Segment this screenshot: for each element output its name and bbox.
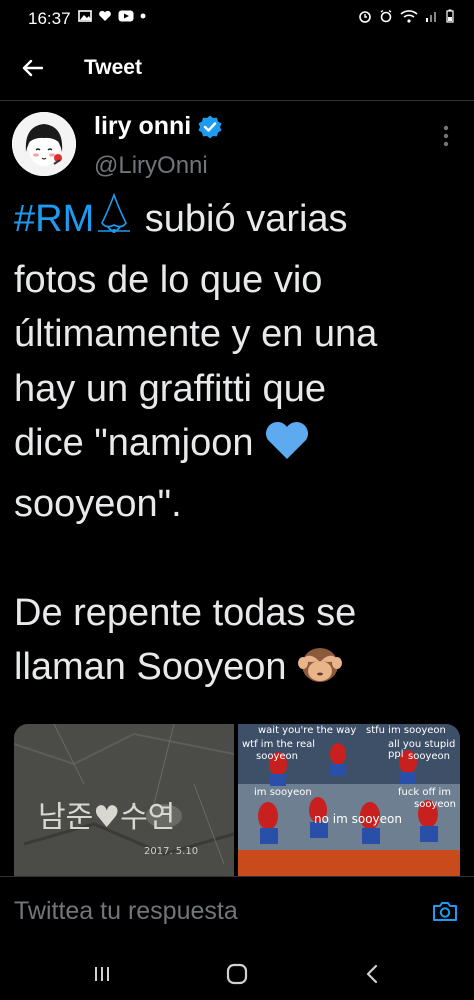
- home-button[interactable]: [217, 958, 257, 990]
- battery-icon: [446, 9, 454, 23]
- graffiti-date: 2017. 5.10: [144, 846, 199, 857]
- gallery-icon: [78, 10, 92, 22]
- system-icons: [358, 9, 454, 23]
- meme-caption-2: stfu im sooyeon: [366, 725, 446, 736]
- tweet-text: #RM subió varias fotos de lo que vio últ…: [14, 192, 462, 701]
- second-meme-panel: [238, 850, 460, 876]
- avatar[interactable]: [12, 112, 76, 176]
- meme-caption-4: sooyeon: [256, 751, 298, 762]
- reply-input[interactable]: [14, 891, 414, 931]
- alarm-icon: [358, 9, 372, 23]
- reply-bar: [0, 876, 474, 947]
- meme-caption-8: fuck off im: [398, 787, 452, 798]
- signal-icon: [425, 9, 439, 23]
- notification-icons: [78, 10, 146, 22]
- meme-caption-3: wtf im the real: [242, 739, 316, 750]
- blue-heart-emoji-icon: [264, 421, 310, 477]
- camera-icon: [433, 902, 457, 921]
- media-image-spiderman-meme[interactable]: wait you're the way stfu im sooyeon wtf …: [238, 724, 460, 876]
- chevron-left-icon: [366, 964, 378, 984]
- arrow-left-icon: [22, 59, 43, 77]
- nav-back-button[interactable]: [352, 958, 392, 990]
- header-divider: [0, 100, 474, 101]
- android-nav-bar: [0, 946, 474, 1000]
- camera-button[interactable]: [430, 897, 460, 925]
- verified-badge-icon: [197, 114, 223, 140]
- status-bar: 16:37: [0, 0, 474, 36]
- author-name-text: liry onni: [94, 112, 192, 140]
- media-image-graffiti[interactable]: 남준♥수연 2017. 5.10: [14, 724, 234, 876]
- meme-caption-10: no im sooyeon: [314, 812, 402, 826]
- page-title: Tweet: [84, 56, 142, 79]
- dot-icon: [140, 13, 146, 19]
- avatar-illustration-icon: [12, 112, 76, 176]
- recent-apps-button[interactable]: [82, 958, 122, 990]
- meme-caption-6: sooyeon: [408, 751, 450, 762]
- heart-icon: [98, 10, 112, 22]
- see-no-evil-monkey-emoji-icon: [297, 641, 343, 701]
- author-name[interactable]: liry onni: [94, 112, 223, 141]
- youtube-icon: [118, 10, 134, 22]
- back-button[interactable]: [14, 52, 50, 84]
- meme-caption-7: im sooyeon: [254, 787, 312, 798]
- hashtag-link[interactable]: #RM: [14, 198, 94, 240]
- more-vertical-icon: [443, 125, 449, 147]
- author-handle[interactable]: @LiryOnni: [94, 152, 208, 180]
- home-icon: [226, 963, 248, 985]
- graffiti-text: 남준♥수연: [38, 800, 176, 835]
- header: Tweet: [0, 40, 474, 96]
- meme-caption-1: wait you're the way: [258, 725, 357, 736]
- meme-caption-9: sooyeon: [414, 799, 456, 810]
- wifi-icon: [400, 9, 418, 23]
- alarm-clock-icon: [379, 9, 393, 23]
- more-options-button[interactable]: [432, 122, 460, 150]
- microphone-emoji-icon: [94, 192, 134, 253]
- recent-apps-icon: [95, 967, 109, 981]
- status-time: 16:37: [28, 9, 71, 28]
